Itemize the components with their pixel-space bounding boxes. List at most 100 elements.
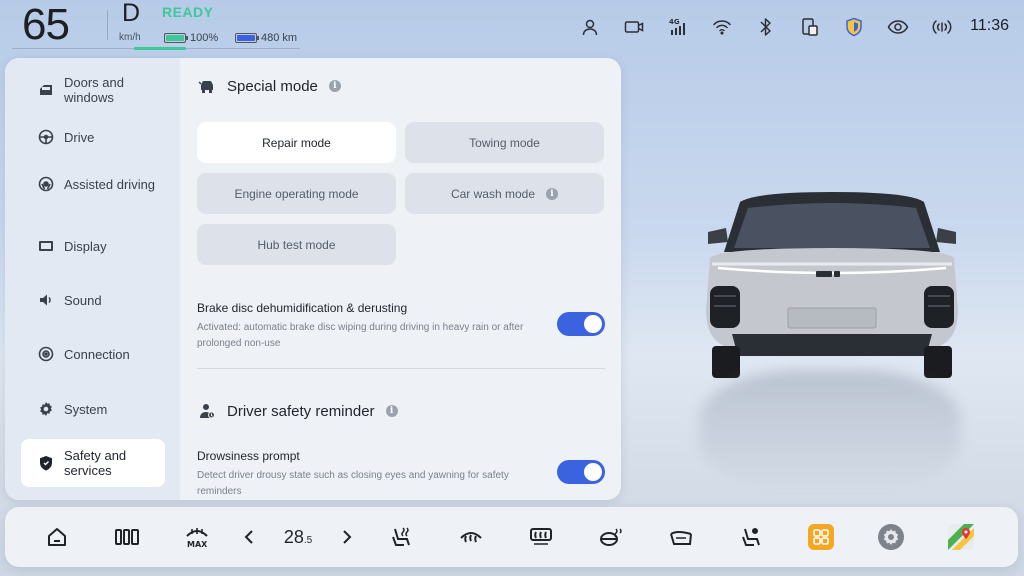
sidebar-item-label: System: [64, 401, 108, 417]
hotspot-icon[interactable]: [920, 14, 964, 40]
sidebar-item-drive[interactable]: Drive: [21, 113, 165, 161]
connection-icon: [37, 345, 55, 363]
driver-icon: [197, 401, 217, 421]
sidebar-item-label: Doors and windows: [64, 75, 124, 105]
info-icon[interactable]: i: [328, 80, 341, 92]
temperature-decrease-button[interactable]: [243, 529, 255, 545]
clock: 11:36: [970, 17, 1009, 34]
hub-test-mode-button[interactable]: Hub test mode: [197, 224, 396, 265]
phone-screen-icon[interactable]: [788, 14, 832, 40]
divider: [107, 10, 108, 40]
navigation-icon[interactable]: [943, 519, 979, 555]
temperature-control: 28.5: [243, 519, 353, 555]
display-icon: [37, 237, 55, 255]
sidebar-item-assisted-driving[interactable]: Assisted driving: [21, 160, 165, 208]
drowsiness-toggle[interactable]: [557, 460, 605, 484]
info-icon[interactable]: i: [546, 187, 559, 200]
status-progress: [134, 47, 186, 50]
battery-level: 100%: [164, 32, 218, 44]
sidebar-item-display[interactable]: Display: [21, 222, 165, 270]
button-label: Car wash mode: [450, 186, 536, 201]
apps-icon[interactable]: [803, 519, 839, 555]
range-display: 480 km: [235, 32, 297, 44]
seat-heat-icon[interactable]: [383, 519, 419, 555]
button-label: Engine operating mode: [234, 186, 359, 201]
shield-icon[interactable]: [832, 14, 876, 40]
section-divider: [197, 368, 605, 369]
seat-ventilation-icon[interactable]: [663, 519, 699, 555]
settings-content: Special mode i Repair mode Towing mode E…: [180, 58, 621, 500]
info-icon[interactable]: i: [385, 405, 398, 417]
toggle-knob: [584, 463, 602, 481]
engine-operating-mode-button[interactable]: Engine operating mode: [197, 173, 396, 214]
speed-unit: km/h: [119, 32, 141, 43]
status-icons: 4G: [568, 14, 964, 40]
sidebar-item-system[interactable]: System: [21, 385, 165, 433]
home-icon[interactable]: [39, 519, 75, 555]
settings-icon[interactable]: [873, 519, 909, 555]
seat-massage-icon[interactable]: [733, 519, 769, 555]
section-title: Special mode: [227, 77, 318, 95]
ready-indicator: READY: [162, 4, 214, 20]
front-defrost-icon[interactable]: [453, 519, 489, 555]
sidebar-item-label: Drive: [64, 129, 95, 145]
drowsiness-description: Detect driver drousy state such as closi…: [197, 470, 509, 497]
driver-safety-header: Driver safety reminder i: [197, 401, 398, 421]
special-mode-icon: [197, 76, 217, 96]
bluetooth-icon[interactable]: [744, 14, 788, 40]
sidebar-item-label: Safety and services: [64, 448, 127, 478]
speed-readout: 65: [22, 0, 70, 49]
repair-mode-button[interactable]: Repair mode: [197, 122, 396, 163]
steering-heat-icon[interactable]: [593, 519, 629, 555]
steering-wheel-icon: [37, 128, 55, 146]
gear-icon: [37, 400, 55, 418]
max-defrost-icon[interactable]: MAX: [179, 519, 215, 555]
temperature-increase-button[interactable]: [341, 529, 353, 545]
eye-icon[interactable]: [876, 14, 920, 40]
battery-icon: [164, 33, 188, 43]
range-battery-icon: [235, 33, 259, 43]
wifi-icon[interactable]: [700, 14, 744, 40]
sidebar-item-safety-and-services[interactable]: Safety and services: [21, 439, 165, 487]
status-bar: 65 D km/h READY 100% 480 km 4G 11:36: [0, 0, 1024, 52]
status-underline: [12, 47, 300, 50]
towing-mode-button[interactable]: Towing mode: [405, 122, 604, 163]
door-icon: [37, 81, 55, 99]
button-label: Towing mode: [469, 135, 540, 150]
bottom-dock: MAX 28.5: [5, 507, 1018, 567]
temperature-value: 28.5: [284, 527, 312, 548]
sidebar-item-sound[interactable]: Sound: [21, 276, 165, 324]
settings-sidebar: Doors and windows Drive Assisted driving…: [5, 58, 180, 500]
sidebar-item-doors-and-windows[interactable]: Doors and windows: [21, 66, 165, 114]
settings-panel: Doors and windows Drive Assisted driving…: [5, 58, 621, 500]
special-mode-header: Special mode i: [197, 76, 341, 96]
sidebar-item-connection[interactable]: Connection: [21, 330, 165, 378]
temperature-decimal: .5: [303, 534, 313, 546]
range-value: 480 km: [261, 32, 298, 44]
temperature-integer: 28: [283, 526, 304, 547]
svg-text:MAX: MAX: [187, 540, 208, 548]
brake-disc-description: Activated: automatic brake disc wiping d…: [197, 322, 524, 349]
rear-defrost-icon[interactable]: [523, 519, 559, 555]
car-wash-mode-button[interactable]: Car wash mode i: [405, 173, 604, 214]
button-label: Hub test mode: [257, 237, 336, 252]
split-screen-icon[interactable]: [109, 519, 145, 555]
user-icon[interactable]: [568, 14, 612, 40]
camera-icon[interactable]: [612, 14, 656, 40]
network-label: 4G: [669, 18, 680, 26]
car-reflection: [700, 370, 960, 490]
brake-disc-title: Brake disc dehumidification & derusting: [197, 301, 408, 315]
chevron-left-icon: [244, 530, 253, 544]
sidebar-item-label: Sound: [64, 292, 102, 308]
gear-indicator: D: [122, 0, 141, 27]
drowsiness-title: Drowsiness prompt: [197, 449, 300, 463]
4g-signal-icon: 4G: [656, 14, 700, 40]
battery-percent: 100%: [190, 32, 219, 44]
sidebar-item-label: Assisted driving: [64, 176, 156, 192]
car-image: [706, 192, 958, 378]
brake-disc-toggle[interactable]: [557, 312, 605, 336]
section-title: Driver safety reminder: [227, 402, 375, 420]
vehicle-illustration: [640, 140, 1024, 500]
button-label: Repair mode: [262, 135, 331, 150]
chevron-right-icon: [343, 530, 352, 544]
